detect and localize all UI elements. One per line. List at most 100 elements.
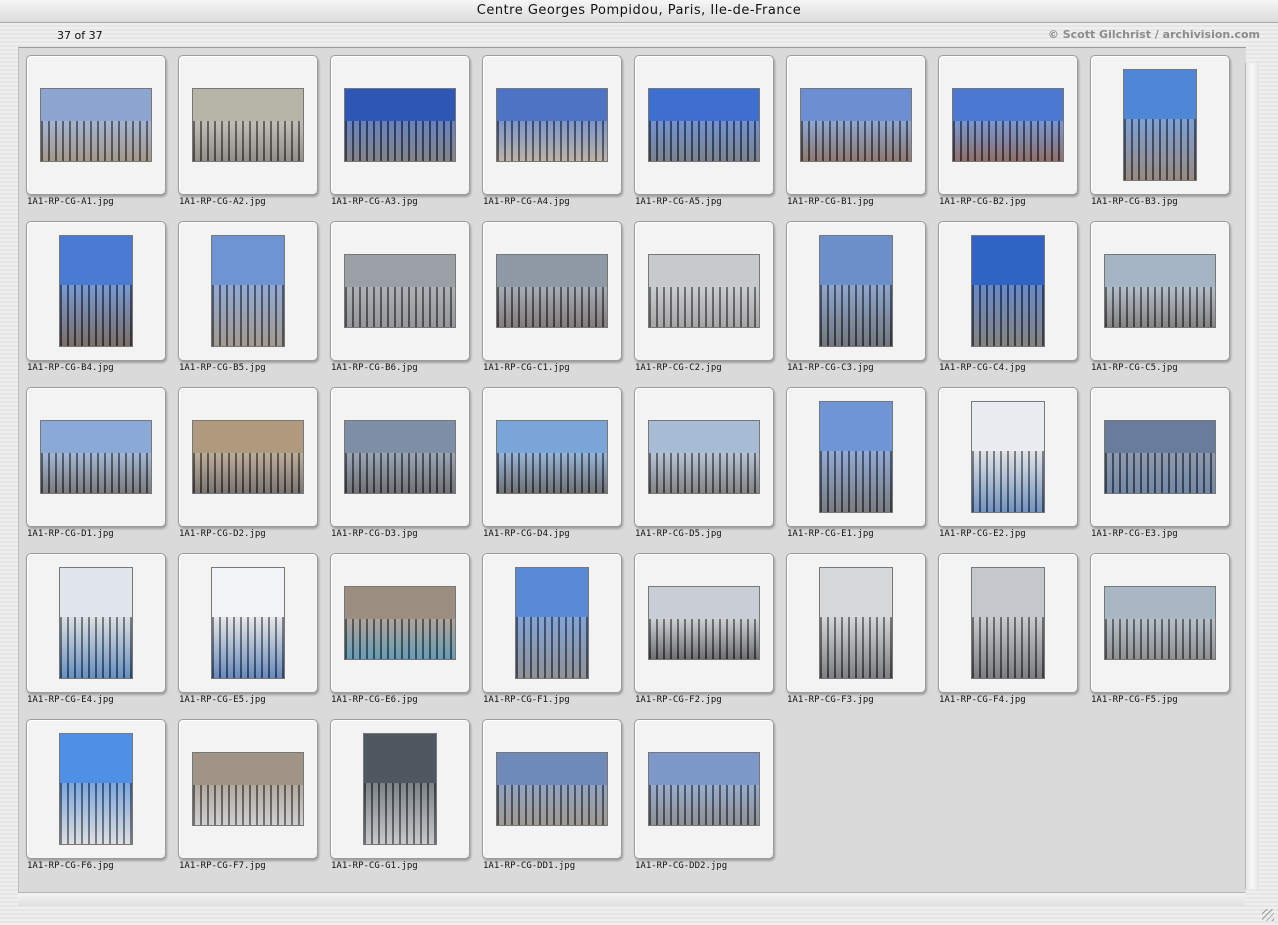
horizontal-scrollbar[interactable] bbox=[18, 892, 1245, 906]
thumbnail-item[interactable]: 1A1-RP-CG-B4.jpg bbox=[19, 215, 171, 375]
thumbnail-item[interactable]: 1A1-RP-CG-E4.jpg bbox=[19, 547, 171, 707]
thumbnail-image[interactable] bbox=[648, 88, 760, 162]
thumbnail-item[interactable]: 1A1-RP-CG-B3.jpg bbox=[1083, 49, 1235, 209]
thumbnail-item[interactable]: 1A1-RP-CG-D2.jpg bbox=[171, 381, 323, 541]
slide-mount[interactable] bbox=[330, 553, 470, 693]
thumbnail-item[interactable]: 1A1-RP-CG-F4.jpg bbox=[931, 547, 1083, 707]
thumbnail-image[interactable] bbox=[192, 88, 304, 162]
thumbnail-image[interactable] bbox=[40, 88, 152, 162]
thumbnail-item[interactable]: 1A1-RP-CG-E5.jpg bbox=[171, 547, 323, 707]
thumbnail-image[interactable] bbox=[648, 586, 760, 660]
slide-mount[interactable] bbox=[1090, 55, 1230, 195]
slide-mount[interactable] bbox=[330, 221, 470, 361]
thumbnail-image[interactable] bbox=[971, 567, 1045, 679]
slide-mount[interactable] bbox=[786, 55, 926, 195]
thumbnail-item[interactable]: 1A1-RP-CG-C3.jpg bbox=[779, 215, 931, 375]
thumbnail-item[interactable]: 1A1-RP-CG-A1.jpg bbox=[19, 49, 171, 209]
thumbnail-item[interactable]: 1A1-RP-CG-E1.jpg bbox=[779, 381, 931, 541]
thumbnail-image[interactable] bbox=[800, 88, 912, 162]
thumbnail-item[interactable]: 1A1-RP-CG-G1.jpg bbox=[323, 713, 475, 873]
thumbnail-item[interactable]: 1A1-RP-CG-C1.jpg bbox=[475, 215, 627, 375]
slide-mount[interactable] bbox=[634, 553, 774, 693]
slide-mount[interactable] bbox=[938, 553, 1078, 693]
thumbnail-image[interactable] bbox=[496, 752, 608, 826]
slide-mount[interactable] bbox=[26, 553, 166, 693]
thumbnail-image[interactable] bbox=[211, 567, 285, 679]
thumbnail-item[interactable]: 1A1-RP-CG-D1.jpg bbox=[19, 381, 171, 541]
slide-mount[interactable] bbox=[330, 719, 470, 859]
thumbnail-item[interactable]: 1A1-RP-CG-C2.jpg bbox=[627, 215, 779, 375]
thumbnail-image[interactable] bbox=[211, 235, 285, 347]
thumbnail-image[interactable] bbox=[192, 420, 304, 494]
thumbnail-item[interactable]: 1A1-RP-CG-C4.jpg bbox=[931, 215, 1083, 375]
thumbnail-image[interactable] bbox=[40, 420, 152, 494]
slide-mount[interactable] bbox=[330, 55, 470, 195]
slide-mount[interactable] bbox=[1090, 553, 1230, 693]
slide-mount[interactable] bbox=[634, 221, 774, 361]
resize-grip-icon[interactable] bbox=[1262, 909, 1274, 921]
slide-mount[interactable] bbox=[1090, 387, 1230, 527]
thumbnail-image[interactable] bbox=[648, 420, 760, 494]
thumbnail-item[interactable]: 1A1-RP-CG-F1.jpg bbox=[475, 547, 627, 707]
slide-mount[interactable] bbox=[26, 719, 166, 859]
slide-mount[interactable] bbox=[634, 55, 774, 195]
thumbnail-item[interactable]: 1A1-RP-CG-B5.jpg bbox=[171, 215, 323, 375]
thumbnail-image[interactable] bbox=[496, 420, 608, 494]
slide-mount[interactable] bbox=[482, 55, 622, 195]
thumbnail-item[interactable]: 1A1-RP-CG-E2.jpg bbox=[931, 381, 1083, 541]
thumbnail-item[interactable]: 1A1-RP-CG-D3.jpg bbox=[323, 381, 475, 541]
slide-mount[interactable] bbox=[634, 387, 774, 527]
thumbnail-image[interactable] bbox=[648, 752, 760, 826]
slide-mount[interactable] bbox=[178, 55, 318, 195]
thumbnail-image[interactable] bbox=[1104, 254, 1216, 328]
slide-mount[interactable] bbox=[786, 387, 926, 527]
slide-mount[interactable] bbox=[634, 719, 774, 859]
slide-mount[interactable] bbox=[26, 55, 166, 195]
thumbnail-image[interactable] bbox=[59, 733, 133, 845]
slide-mount[interactable] bbox=[178, 553, 318, 693]
thumbnail-item[interactable]: 1A1-RP-CG-DD2.jpg bbox=[627, 713, 779, 873]
thumbnail-item[interactable]: 1A1-RP-CG-A2.jpg bbox=[171, 49, 323, 209]
slide-mount[interactable] bbox=[26, 387, 166, 527]
thumbnail-item[interactable]: 1A1-RP-CG-A5.jpg bbox=[627, 49, 779, 209]
slide-mount[interactable] bbox=[786, 553, 926, 693]
slide-mount[interactable] bbox=[178, 221, 318, 361]
thumbnail-item[interactable]: 1A1-RP-CG-B1.jpg bbox=[779, 49, 931, 209]
thumbnail-image[interactable] bbox=[496, 254, 608, 328]
thumbnail-item[interactable]: 1A1-RP-CG-A3.jpg bbox=[323, 49, 475, 209]
thumbnail-image[interactable] bbox=[1123, 69, 1197, 181]
thumbnail-item[interactable]: 1A1-RP-CG-A4.jpg bbox=[475, 49, 627, 209]
thumbnail-item[interactable]: 1A1-RP-CG-E3.jpg bbox=[1083, 381, 1235, 541]
thumbnail-image[interactable] bbox=[1104, 586, 1216, 660]
thumbnail-image[interactable] bbox=[971, 401, 1045, 513]
slide-mount[interactable] bbox=[482, 553, 622, 693]
thumbnail-item[interactable]: 1A1-RP-CG-C5.jpg bbox=[1083, 215, 1235, 375]
slide-mount[interactable] bbox=[938, 221, 1078, 361]
thumbnail-item[interactable]: 1A1-RP-CG-D5.jpg bbox=[627, 381, 779, 541]
thumbnail-image[interactable] bbox=[819, 401, 893, 513]
thumbnail-item[interactable]: 1A1-RP-CG-E6.jpg bbox=[323, 547, 475, 707]
thumbnail-image[interactable] bbox=[515, 567, 589, 679]
slide-mount[interactable] bbox=[938, 55, 1078, 195]
slide-mount[interactable] bbox=[786, 221, 926, 361]
thumbnail-item[interactable]: 1A1-RP-CG-B2.jpg bbox=[931, 49, 1083, 209]
thumbnail-image[interactable] bbox=[192, 752, 304, 826]
thumbnail-image[interactable] bbox=[59, 567, 133, 679]
thumbnail-image[interactable] bbox=[363, 733, 437, 845]
slide-mount[interactable] bbox=[178, 719, 318, 859]
thumbnail-image[interactable] bbox=[344, 254, 456, 328]
thumbnail-image[interactable] bbox=[344, 420, 456, 494]
thumbnail-image[interactable] bbox=[59, 235, 133, 347]
slide-mount[interactable] bbox=[1090, 221, 1230, 361]
slide-mount[interactable] bbox=[178, 387, 318, 527]
thumbnail-item[interactable]: 1A1-RP-CG-F3.jpg bbox=[779, 547, 931, 707]
thumbnail-image[interactable] bbox=[819, 567, 893, 679]
thumbnail-image[interactable] bbox=[971, 235, 1045, 347]
thumbnail-image[interactable] bbox=[952, 88, 1064, 162]
thumbnail-image[interactable] bbox=[344, 586, 456, 660]
thumbnail-image[interactable] bbox=[819, 235, 893, 347]
thumbnail-image[interactable] bbox=[1104, 420, 1216, 494]
thumbnail-image[interactable] bbox=[648, 254, 760, 328]
slide-mount[interactable] bbox=[482, 719, 622, 859]
slide-mount[interactable] bbox=[482, 221, 622, 361]
